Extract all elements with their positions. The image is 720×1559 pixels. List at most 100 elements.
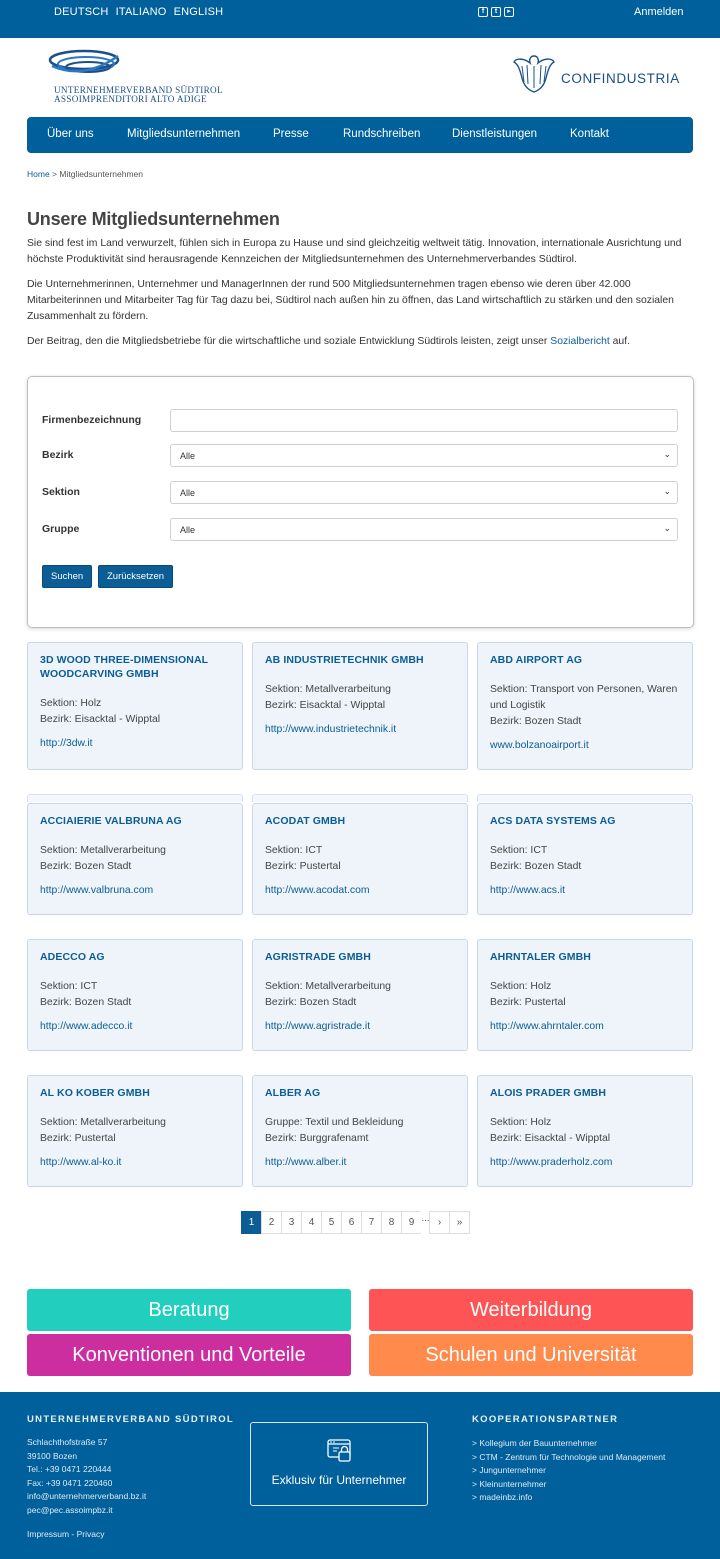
intro-paragraph-3: Der Beitrag, den die Mitgliedsbetriebe f…: [27, 334, 693, 350]
page-9[interactable]: 9: [401, 1211, 422, 1234]
partner-link[interactable]: > Kollegium der Bauunternehmer: [472, 1437, 665, 1451]
login-link[interactable]: Anmelden: [634, 6, 684, 18]
company-card: AL KO KOBER GMBH Sektion: Metallverarbei…: [27, 1075, 243, 1187]
company-section: Sektion: Metallverarbeitung: [265, 684, 391, 695]
group-select[interactable]: Alle ⌄: [170, 518, 678, 541]
footer-phone: Tel.: +39 0471 220444: [27, 1464, 112, 1475]
company-filter-row: Firmenbezeichnung: [42, 409, 678, 433]
intro-section: Unsere Mitgliedsunternehmen Sie sind fes…: [27, 209, 693, 359]
page-3[interactable]: 3: [281, 1211, 302, 1234]
section-filter-row: Sektion Alle ⌄: [42, 481, 678, 505]
district-filter-row: Bezirk Alle ⌄: [42, 444, 678, 468]
language-en[interactable]: ENGLISH: [174, 6, 224, 18]
impressum-link[interactable]: Impressum: [27, 1529, 69, 1539]
confindustria-logo[interactable]: CONFINDUSTRIA: [512, 52, 680, 94]
company-name[interactable]: ABD AIRPORT AG: [490, 653, 680, 667]
company-section: Sektion: Holz: [490, 981, 552, 992]
search-button[interactable]: Suchen: [42, 565, 93, 588]
company-website-link[interactable]: http://www.acodat.com: [265, 885, 455, 896]
next-page-button[interactable]: ›: [429, 1211, 450, 1234]
company-website-link[interactable]: http://www.industrietechnik.it: [265, 724, 455, 735]
page-7[interactable]: 7: [361, 1211, 382, 1234]
company-website-link[interactable]: http://www.al-ko.it: [40, 1157, 230, 1168]
company-website-link[interactable]: http://3dw.it: [40, 738, 230, 749]
beratung-tile[interactable]: Beratung: [27, 1289, 351, 1331]
intro-paragraph-2: Die Unternehmerinnen, Unternehmer und Ma…: [27, 279, 674, 322]
partner-link[interactable]: > Kleinunternehmer: [472, 1478, 665, 1492]
company-website-link[interactable]: http://www.ahrntaler.com: [490, 1021, 680, 1032]
company-name[interactable]: ACS DATA SYSTEMS AG: [490, 814, 680, 828]
company-input[interactable]: [170, 409, 678, 432]
company-name[interactable]: ALOIS PRADER GMBH: [490, 1086, 680, 1100]
nav-item-dienstleistungen[interactable]: Dienstleistungen: [452, 128, 537, 140]
language-it[interactable]: ITALIANO: [116, 6, 167, 18]
company-name[interactable]: ADECCO AG: [40, 950, 230, 964]
reset-button[interactable]: Zurücksetzen: [98, 565, 174, 588]
nav-item-mitgliedsunternehmen[interactable]: Mitgliedsunternehmen: [127, 128, 240, 140]
company-meta: Sektion: ICT Bezirk: Pustertal: [265, 843, 455, 875]
page-5[interactable]: 5: [321, 1211, 342, 1234]
unternehmerverband-logo[interactable]: UNTERNEHMERVERBAND SÜDTIROL ASSOIMPRENDI…: [48, 46, 223, 104]
company-website-link[interactable]: www.bolzanoairport.it: [490, 740, 680, 751]
company-card: ADECCO AG Sektion: ICT Bezirk: Bozen Sta…: [27, 939, 243, 1051]
page-1[interactable]: 1: [241, 1211, 262, 1234]
schulen-tile[interactable]: Schulen und Universität: [369, 1334, 693, 1376]
nav-item-rundschreiben[interactable]: Rundschreiben: [343, 128, 420, 140]
page-2[interactable]: 2: [261, 1211, 282, 1234]
konventionen-tile[interactable]: Konventionen und Vorteile: [27, 1334, 351, 1376]
page-8[interactable]: 8: [381, 1211, 402, 1234]
company-district: Bezirk: Eisacktal - Wipptal: [40, 714, 161, 725]
page-4[interactable]: 4: [301, 1211, 322, 1234]
company-name[interactable]: AL KO KOBER GMBH: [40, 1086, 230, 1100]
footer-fax: Fax: +39 0471 220460: [27, 1477, 113, 1488]
nav-item-presse[interactable]: Presse: [273, 128, 309, 140]
company-website-link[interactable]: http://www.acs.it: [490, 885, 680, 896]
weiterbildung-tile[interactable]: Weiterbildung: [369, 1289, 693, 1331]
last-page-button[interactable]: »: [449, 1211, 470, 1234]
company-name[interactable]: AB INDUSTRIETECHNIK GMBH: [265, 653, 455, 667]
breadcrumb: Home > Mitgliedsunternehmen: [27, 169, 143, 179]
company-card: 3D WOOD THREE-DIMENSIONAL WOODCARVING GM…: [27, 642, 243, 770]
breadcrumb-current: Mitgliedsunternehmen: [59, 169, 144, 179]
district-label: Bezirk: [42, 449, 74, 461]
privacy-link[interactable]: Privacy: [77, 1529, 105, 1539]
partner-link[interactable]: > madeinbz.info: [472, 1491, 665, 1505]
district-select[interactable]: Alle ⌄: [170, 444, 678, 467]
company-name[interactable]: ACODAT GMBH: [265, 814, 455, 828]
company-name[interactable]: ACCIAIERIE VALBRUNA AG: [40, 814, 230, 828]
page-6[interactable]: 6: [341, 1211, 362, 1234]
language-switcher: DEUTSCH ITALIANO ENGLISH: [54, 6, 227, 18]
company-label: Firmenbezeichnung: [42, 414, 142, 426]
footer-email-link[interactable]: info@unternehmerverband.bz.it: [27, 1490, 146, 1504]
youtube-icon[interactable]: ▸: [504, 7, 514, 17]
group-selected-value: Alle: [180, 525, 196, 535]
company-website-link[interactable]: http://www.alber.it: [265, 1157, 455, 1168]
language-de[interactable]: DEUTSCH: [54, 6, 109, 18]
company-name[interactable]: AHRNTALER GMBH: [490, 950, 680, 964]
company-section: Sektion: Metallverarbeitung: [265, 981, 391, 992]
section-selected-value: Alle: [180, 488, 196, 498]
nav-item-kontakt[interactable]: Kontakt: [570, 128, 609, 140]
main-navigation: Über uns Mitgliedsunternehmen Presse Run…: [27, 117, 693, 153]
company-name[interactable]: AGRISTRADE GMBH: [265, 950, 455, 964]
nav-item-ueber-uns[interactable]: Über uns: [47, 128, 94, 140]
intro-paragraph-1: Sie sind fest im Land verwurzelt, fühlen…: [27, 238, 682, 265]
twitter-icon[interactable]: t: [491, 7, 501, 17]
sozialbericht-link[interactable]: Sozialbericht: [550, 336, 610, 347]
facebook-icon[interactable]: f: [478, 7, 488, 17]
company-district: Bezirk: Bozen Stadt: [40, 861, 132, 872]
partner-link[interactable]: > Jungunternehmer: [472, 1464, 665, 1478]
partner-link[interactable]: > CTM - Zentrum für Technologie und Mana…: [472, 1451, 665, 1465]
exclusive-members-box[interactable]: Exklusiv für Unternehmer: [250, 1422, 428, 1506]
company-meta: Sektion: Holz Bezirk: Pustertal: [490, 979, 680, 1011]
company-section: Sektion: ICT: [265, 845, 323, 856]
section-select[interactable]: Alle ⌄: [170, 481, 678, 504]
company-website-link[interactable]: http://www.agristrade.it: [265, 1021, 455, 1032]
breadcrumb-home[interactable]: Home: [27, 169, 50, 179]
company-website-link[interactable]: http://www.adecco.it: [40, 1021, 230, 1032]
company-website-link[interactable]: http://www.praderholz.com: [490, 1157, 680, 1168]
company-website-link[interactable]: http://www.valbruna.com: [40, 885, 230, 896]
company-name[interactable]: ALBER AG: [265, 1086, 455, 1100]
footer-pec-link[interactable]: pec@pec.assoimpbz.it: [27, 1504, 146, 1518]
company-name[interactable]: 3D WOOD THREE-DIMENSIONAL WOODCARVING GM…: [40, 653, 230, 681]
